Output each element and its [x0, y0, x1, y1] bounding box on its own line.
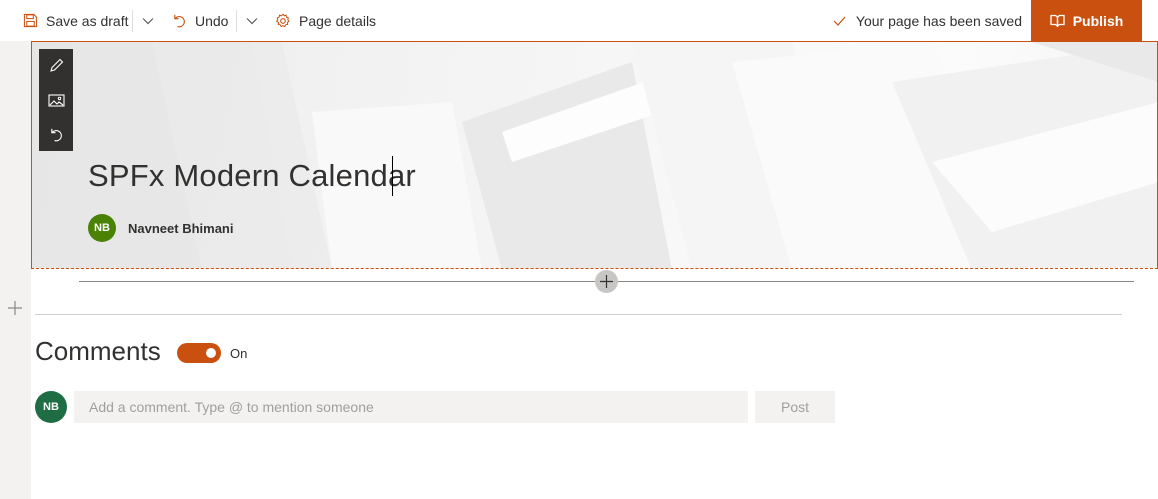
- chevron-down-icon: [142, 17, 154, 24]
- comment-input[interactable]: [74, 391, 748, 423]
- comments-heading: Comments: [35, 336, 161, 366]
- edit-web-part-button[interactable]: [39, 49, 73, 83]
- plus-icon: [600, 275, 613, 288]
- undo-icon: [174, 14, 185, 28]
- separator: [236, 10, 237, 32]
- author-avatar[interactable]: NB: [88, 214, 116, 242]
- post-button[interactable]: Post: [755, 391, 835, 423]
- change-image-button[interactable]: [39, 83, 73, 117]
- change-image-icon: [47, 93, 65, 107]
- gear-icon: [275, 12, 290, 27]
- undo-label: Undo: [195, 12, 229, 29]
- author-name[interactable]: Navneet Bhimani: [128, 221, 233, 236]
- checkmark-icon: [833, 16, 846, 26]
- text-cursor: [392, 156, 393, 196]
- toggle-knob: [206, 348, 216, 358]
- add-web-part-button[interactable]: [595, 270, 618, 293]
- comments-toggle-label: On: [230, 346, 248, 361]
- undo-options-chevron[interactable]: [241, 0, 263, 41]
- title-region-toolbar: [39, 49, 73, 151]
- add-section-icon[interactable]: [6, 299, 24, 317]
- save-options-chevron[interactable]: [137, 0, 159, 41]
- command-bar: Save as draft Undo Page details Your pag…: [0, 0, 1158, 41]
- save-as-draft-button[interactable]: Save as draft: [23, 0, 129, 41]
- save-status: Your page has been saved: [833, 0, 1022, 41]
- publish-button[interactable]: Publish: [1031, 0, 1142, 41]
- commenter-avatar: NB: [35, 391, 67, 423]
- save-status-text: Your page has been saved: [855, 12, 1022, 29]
- undo-button[interactable]: Undo: [172, 0, 228, 41]
- canvas-left-strip: [0, 41, 31, 499]
- page-details-label: Page details: [299, 12, 377, 29]
- separator: [132, 10, 133, 32]
- reset-button[interactable]: [39, 117, 73, 151]
- edit-icon: [50, 58, 64, 72]
- chevron-down-icon: [246, 17, 258, 24]
- comments-toggle[interactable]: [177, 343, 221, 363]
- save-as-draft-label: Save as draft: [46, 12, 129, 29]
- save-icon: [23, 13, 38, 28]
- page-details-button[interactable]: Page details: [275, 0, 376, 41]
- comments-separator: [35, 314, 1122, 315]
- publish-book-icon: [1050, 14, 1065, 27]
- publish-label: Publish: [1072, 12, 1124, 29]
- reset-icon: [50, 128, 62, 141]
- page-title[interactable]: SPFx Modern Calendar: [88, 158, 416, 194]
